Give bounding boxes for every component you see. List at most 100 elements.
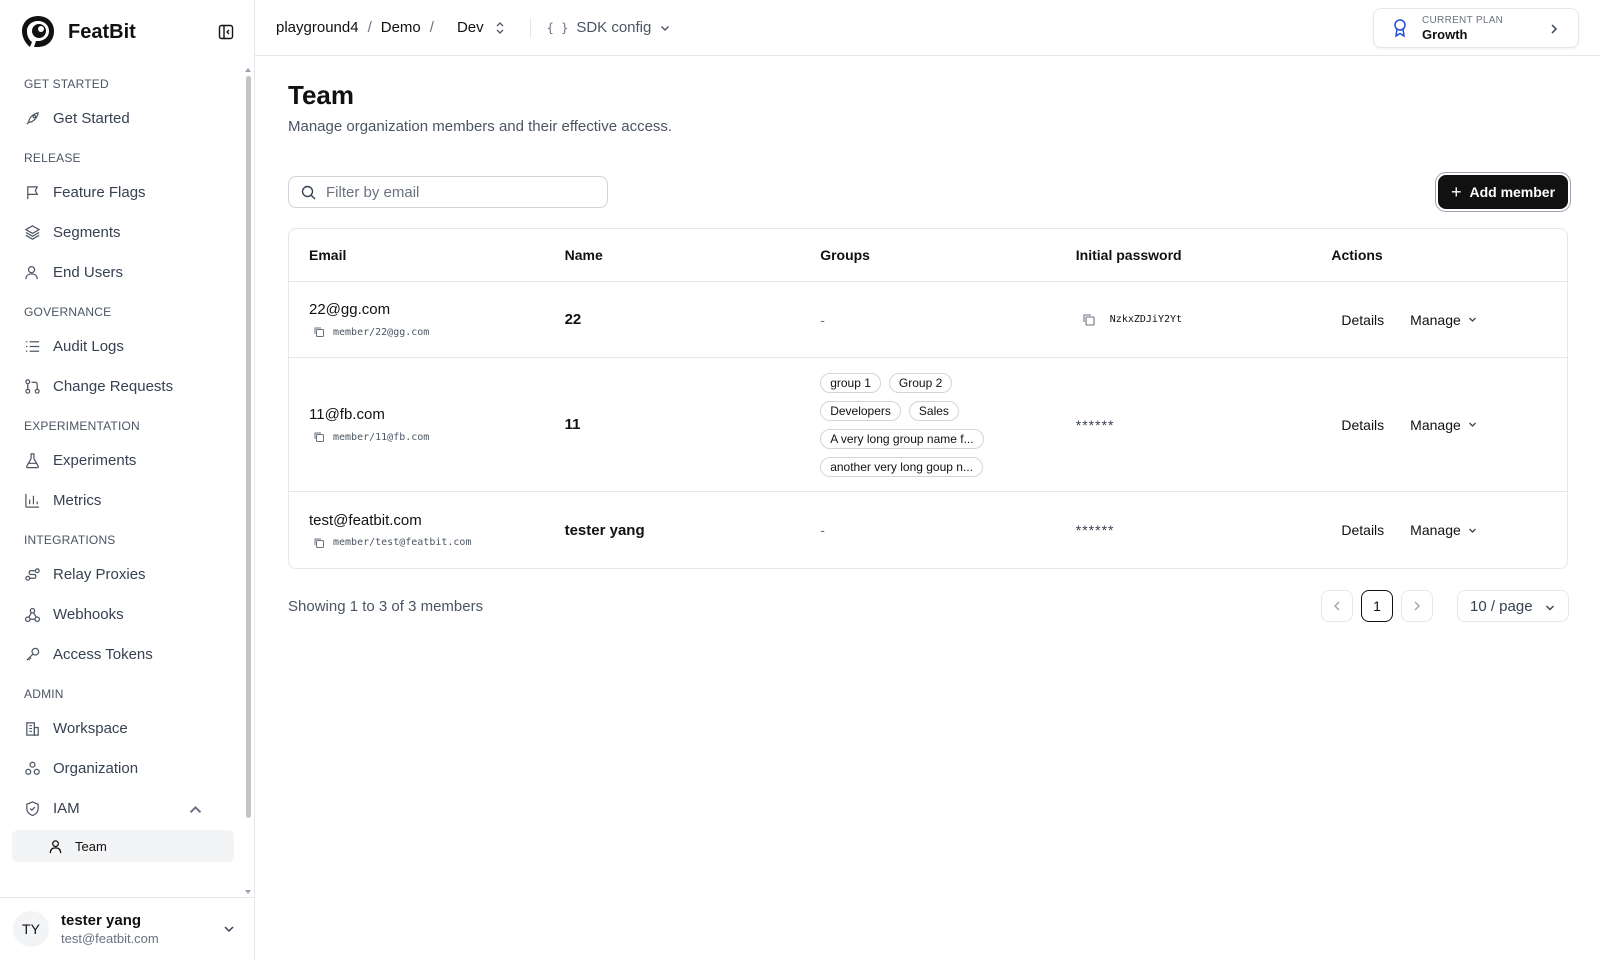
scroll-up-icon[interactable]: [245, 68, 251, 72]
member-email: 11@fb.com: [309, 406, 385, 423]
sidebar-item-webhooks[interactable]: Webhooks: [0, 594, 246, 634]
table-row: 11@fb.com member/11@fb.com 11 group 1 Gr…: [289, 358, 1567, 492]
sidebar-item-audit-logs[interactable]: Audit Logs: [0, 326, 246, 366]
sidebar-item-team[interactable]: Team: [12, 830, 234, 862]
prev-page-button[interactable]: [1321, 590, 1353, 622]
copy-icon[interactable]: [313, 537, 325, 549]
current-plan-card[interactable]: CURRENT PLAN Growth: [1373, 8, 1579, 48]
details-button[interactable]: Details: [1341, 522, 1384, 538]
copy-icon[interactable]: [313, 326, 325, 338]
organization-icon: [25, 761, 40, 775]
group-tag: A very long group name f...: [820, 428, 984, 449]
sidebar-item-iam[interactable]: IAM: [0, 788, 246, 828]
member-email: 22@gg.com: [309, 301, 391, 318]
sidebar-item-end-users[interactable]: End Users: [0, 252, 246, 292]
section-release: RELEASE: [24, 151, 81, 165]
git-pull-request-icon: [25, 378, 40, 394]
search-input[interactable]: [326, 183, 586, 201]
user-name: tester yang: [61, 912, 142, 929]
details-button[interactable]: Details: [1341, 417, 1384, 433]
manage-label: Manage: [1410, 311, 1461, 328]
group-tag: another very long goup n...: [820, 456, 983, 477]
group-tag: Group 2: [888, 372, 953, 393]
group-tag: Sales: [908, 400, 959, 421]
sidebar-item-label: Experiments: [53, 451, 137, 469]
environment-selector[interactable]: Dev: [457, 19, 506, 36]
breadcrumb-separator: /: [429, 19, 434, 36]
sidebar-item-label: Webhooks: [53, 605, 124, 623]
member-key[interactable]: member/test@featbit.com: [309, 537, 545, 549]
sidebar-item-workspace[interactable]: Workspace: [0, 708, 246, 748]
sidebar-item-experiments[interactable]: Experiments: [0, 440, 246, 480]
members-table: Email Name Groups Initial password Actio…: [288, 228, 1568, 569]
sidebar-scrollbar[interactable]: [244, 68, 252, 894]
scroll-down-icon[interactable]: [245, 890, 251, 894]
sidebar-item-change-requests[interactable]: Change Requests: [0, 366, 246, 406]
user-menu[interactable]: TY tester yang test@featbit.com: [0, 897, 254, 960]
manage-dropdown[interactable]: Manage: [1410, 312, 1478, 328]
avatar: TY: [13, 911, 49, 947]
cell-password: NzkxZDJiY2Yt: [1056, 313, 1312, 327]
member-key[interactable]: member/22@gg.com: [309, 326, 545, 338]
members-count: Showing 1 to 3 of 3 members: [288, 598, 484, 615]
column-email: Email: [309, 247, 347, 263]
key-icon: [26, 647, 40, 661]
page-size-select[interactable]: 10 / page: [1457, 590, 1569, 622]
user-info: tester yang test@featbit.com: [61, 912, 159, 946]
details-button[interactable]: Details: [1341, 312, 1384, 328]
cell-groups: -: [800, 312, 1056, 328]
group-tag: Developers: [820, 400, 901, 421]
sidebar-item-label: Relay Proxies: [53, 565, 146, 583]
sidebar-item-label: Change Requests: [53, 377, 174, 395]
sidebar-item-organization[interactable]: Organization: [0, 748, 246, 788]
sidebar-item-segments[interactable]: Segments: [0, 212, 246, 252]
bar-chart-icon: [25, 493, 40, 508]
pagination: 1 10 / page: [1321, 590, 1569, 622]
sidebar-item-access-tokens[interactable]: Access Tokens: [0, 634, 246, 674]
next-page-button[interactable]: [1401, 590, 1433, 622]
user-icon: [49, 839, 62, 853]
building-icon: [26, 721, 39, 736]
cell-email: 22@gg.com member/22@gg.com: [289, 301, 545, 338]
member-key[interactable]: member/11@fb.com: [309, 431, 545, 443]
breadcrumb-project-name[interactable]: Demo: [381, 19, 421, 36]
plus-icon: +: [1450, 181, 1462, 202]
sidebar-item-relay-proxies[interactable]: Relay Proxies: [0, 554, 246, 594]
manage-dropdown[interactable]: Manage: [1410, 417, 1478, 433]
search-box[interactable]: [288, 176, 608, 208]
manage-dropdown[interactable]: Manage: [1410, 522, 1478, 538]
cell-actions: Details Manage: [1311, 417, 1567, 433]
sidebar-item-label: Audit Logs: [53, 337, 124, 355]
cell-password: ******: [1056, 522, 1312, 538]
route-icon: [25, 567, 40, 581]
users-icon: [25, 265, 38, 279]
groups-empty: -: [820, 311, 825, 328]
sidebar-item-feature-flags[interactable]: Feature Flags: [0, 172, 246, 212]
section-admin: ADMIN: [24, 687, 64, 701]
environment-name: Dev: [456, 19, 484, 36]
copy-icon[interactable]: [1082, 313, 1096, 327]
copy-icon[interactable]: [313, 431, 325, 443]
sidebar-item-metrics[interactable]: Metrics: [0, 480, 246, 520]
page-button-current[interactable]: 1: [1361, 590, 1393, 622]
divider: [529, 17, 531, 38]
sidebar-item-label: Team: [75, 838, 107, 854]
sidebar-item-get-started[interactable]: Get Started: [0, 98, 246, 138]
scrollbar-thumb[interactable]: [246, 76, 251, 818]
chevron-right-icon: [1551, 24, 1558, 34]
cell-name: 22: [545, 311, 801, 328]
add-member-label: Add member: [1469, 184, 1556, 200]
collapse-sidebar-button[interactable]: [216, 22, 236, 42]
section-integrations: INTEGRATIONS: [24, 533, 116, 547]
list-icon: [25, 340, 40, 352]
page-subtitle: Manage organization members and their ef…: [288, 118, 673, 135]
breadcrumb-project[interactable]: playground4: [276, 19, 359, 36]
cell-password: ******: [1056, 417, 1312, 433]
add-member-button[interactable]: + Add member: [1438, 175, 1568, 209]
sdk-config-menu[interactable]: { } SDK config: [547, 19, 672, 36]
password-value: NzkxZDJiY2Yt: [1076, 313, 1312, 327]
shield-icon: [26, 800, 39, 816]
sidebar: FeatBit GET STARTED Get Started RELEASE …: [0, 0, 255, 960]
code-braces-icon: { }: [546, 20, 569, 35]
sidebar-item-label: Organization: [53, 759, 139, 777]
